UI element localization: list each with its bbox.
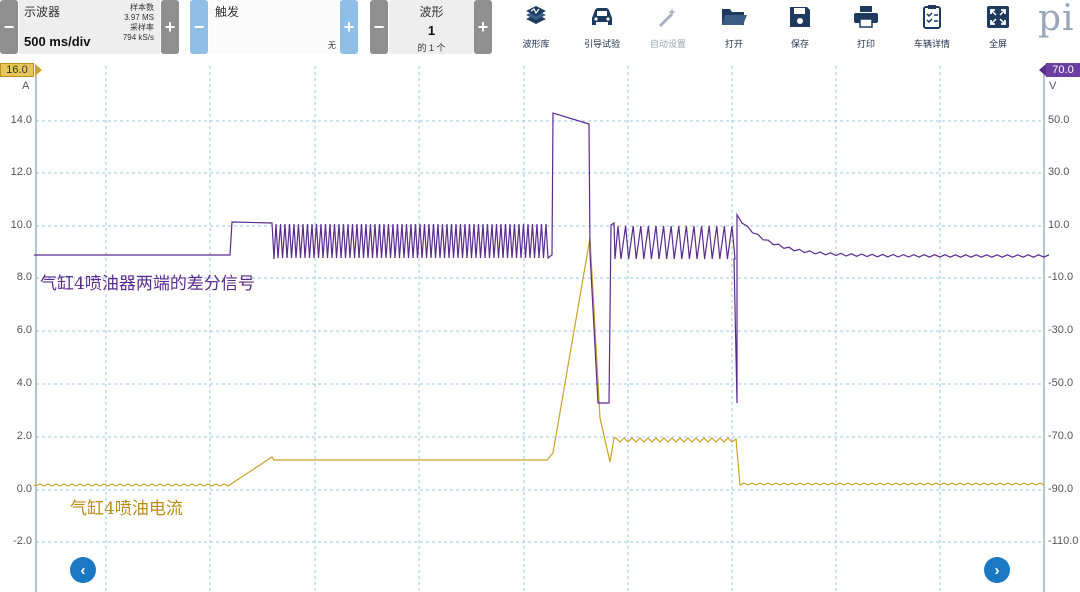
clipboard-icon	[923, 5, 941, 29]
right-tick-label: 30.0	[1048, 166, 1070, 178]
left-tick-label: 6.0	[16, 324, 32, 336]
guided-test-button[interactable]: 引导试验	[570, 2, 634, 54]
voltage-trace	[34, 112, 1050, 404]
scroll-left-button[interactable]: ‹	[70, 557, 96, 583]
mode-title: 示波器	[24, 5, 61, 19]
waveform-next-button[interactable]: +	[474, 0, 492, 54]
trigger-title: 触发	[215, 5, 240, 19]
left-tick-label: 10.0	[10, 219, 32, 231]
printer-icon	[854, 6, 878, 28]
rate-value: 794 kS/s	[122, 33, 154, 42]
tool-label: 自动设置	[649, 39, 686, 49]
right-tick-label: -110.0	[1048, 535, 1079, 547]
trigger-increase-button[interactable]: +	[340, 0, 358, 54]
waveform-previous-button[interactable]: −	[370, 0, 388, 54]
grid	[35, 66, 1045, 592]
right-tick-label: -90.0	[1048, 483, 1074, 495]
waveform-display[interactable]: 波形 1 的 1 个	[389, 0, 474, 54]
right-tick-label: -70.0	[1048, 430, 1074, 442]
save-icon	[790, 7, 810, 27]
timebase-decrease-button[interactable]: −	[0, 0, 18, 54]
right-tick-label: -10.0	[1048, 271, 1074, 283]
open-button[interactable]: 打开	[702, 2, 766, 54]
right-marker-arrow-icon	[1039, 64, 1046, 76]
magic-wand-icon	[658, 8, 676, 28]
samples-label: 样本数	[130, 3, 154, 12]
tool-label: 车辆详情	[913, 39, 950, 49]
left-axis-unit: A	[22, 80, 30, 92]
left-tick-label: 4.0	[16, 377, 32, 389]
waveform-library-icon	[526, 6, 546, 24]
scroll-right-button[interactable]: ›	[984, 557, 1010, 583]
tool-label: 波形库	[522, 39, 550, 49]
waveform-title: 波形	[419, 5, 444, 19]
plot-area[interactable]: 16.0 A 70.0 V 14.0 12.0 10.0 8.0 6.0 4.0 2.0 0.…	[0, 58, 1080, 592]
right-tick-label: -50.0	[1048, 377, 1074, 389]
print-button[interactable]: 打印	[834, 2, 898, 54]
car-icon	[592, 8, 612, 25]
right-tick-label: 50.0	[1048, 114, 1070, 126]
left-tick-label: 2.0	[16, 430, 32, 442]
current-trace-label: 气缸4喷油电流	[70, 499, 183, 519]
toolbar: − 示波器 500 ms/div 样本数 3.97 MS 采样率 794 kS/…	[0, 0, 1080, 58]
tool-label: 打开	[724, 39, 743, 49]
left-range-marker[interactable]: 16.0	[0, 63, 34, 77]
tool-label: 全屏	[988, 39, 1007, 49]
left-tick-label: 0.0	[16, 483, 32, 495]
right-tick-label: 10.0	[1048, 219, 1070, 231]
waveform-of-total: 的 1 个	[417, 43, 446, 53]
tool-label: 保存	[790, 39, 809, 49]
vehicle-details-button[interactable]: 车辆详情	[900, 2, 964, 54]
save-button[interactable]: 保存	[768, 2, 832, 54]
left-tick-label: 12.0	[10, 166, 32, 178]
rate-label: 采样率	[130, 23, 154, 32]
timebase-increase-button[interactable]: +	[161, 0, 179, 54]
trigger-display[interactable]: 触发 无	[209, 0, 340, 54]
trigger-mode: 无	[328, 41, 336, 50]
waveform-library-button[interactable]: 波形库	[504, 2, 568, 54]
left-marker-arrow-icon	[35, 64, 42, 76]
folder-icon	[722, 9, 747, 25]
right-tick-label: -30.0	[1048, 324, 1074, 336]
timebase-value: 500 ms/div	[24, 34, 91, 49]
auto-setup-button[interactable]: 自动设置	[636, 2, 700, 54]
waveform-number: 1	[427, 23, 436, 38]
tool-label: 打印	[856, 39, 875, 49]
right-range-marker[interactable]: 70.0	[1046, 63, 1080, 77]
samples-value: 3.97 MS	[124, 13, 154, 22]
tool-label: 引导试验	[583, 39, 620, 49]
fullscreen-button[interactable]: 全屏	[966, 2, 1030, 54]
waveform-control: − 波形 1 的 1 个 +	[370, 0, 493, 54]
voltage-trace-label: 气缸4喷油器两端的差分信号	[40, 274, 255, 294]
timebase-control: − 示波器 500 ms/div 样本数 3.97 MS 采样率 794 kS/…	[0, 0, 180, 54]
timebase-display[interactable]: 示波器 500 ms/div 样本数 3.97 MS 采样率 794 kS/s	[19, 0, 160, 54]
brand-logo: pi	[1038, 0, 1075, 39]
right-axis-unit: V	[1049, 80, 1057, 92]
left-tick-label: 14.0	[10, 114, 32, 126]
trigger-control: − 触发 无 +	[190, 0, 360, 54]
left-tick-label: -2.0	[13, 535, 32, 547]
trigger-decrease-button[interactable]: −	[190, 0, 208, 54]
left-tick-label: 8.0	[16, 271, 32, 283]
fullscreen-icon	[987, 6, 1009, 28]
